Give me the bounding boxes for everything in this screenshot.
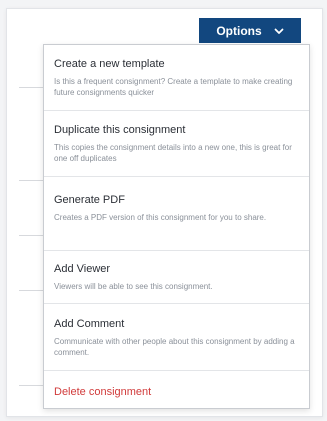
menu-separator <box>44 110 309 111</box>
menu-item-description: Is this a frequent consignment? Create a… <box>54 77 293 97</box>
menu-item-description: Viewers will be able to see this consign… <box>54 282 213 291</box>
menu-separator <box>44 370 309 371</box>
menu-item-description: This copies the consignment details into… <box>54 143 292 163</box>
menu-item-delete-consignment[interactable]: Delete consignment <box>44 385 309 399</box>
menu-separator <box>44 303 309 304</box>
menu-item-create-template[interactable]: Create a new template Is this a frequent… <box>44 57 309 98</box>
options-button[interactable]: Options <box>199 18 301 43</box>
menu-item-add-comment[interactable]: Add Comment Communicate with other peopl… <box>44 317 309 358</box>
menu-item-title: Add Comment <box>54 318 125 330</box>
menu-separator <box>44 176 309 177</box>
chevron-down-icon <box>274 25 284 35</box>
options-button-label: Options <box>216 23 262 38</box>
menu-item-description: Creates a PDF version of this consignmen… <box>54 213 267 222</box>
menu-item-generate-pdf[interactable]: Generate PDF Creates a PDF version of th… <box>44 193 309 223</box>
menu-item-title: Delete consignment <box>54 386 152 398</box>
menu-separator <box>44 250 309 251</box>
options-dropdown-menu: Create a new template Is this a frequent… <box>43 44 310 409</box>
menu-item-title: Add Viewer <box>54 263 111 275</box>
menu-item-add-viewer[interactable]: Add Viewer Viewers will be able to see t… <box>44 262 309 292</box>
menu-item-description: Communicate with other people about this… <box>54 337 295 357</box>
menu-item-title: Generate PDF <box>54 194 125 206</box>
menu-item-title: Duplicate this consignment <box>54 124 186 136</box>
menu-item-title: Create a new template <box>54 58 165 70</box>
menu-item-duplicate-consignment[interactable]: Duplicate this consignment This copies t… <box>44 123 309 164</box>
